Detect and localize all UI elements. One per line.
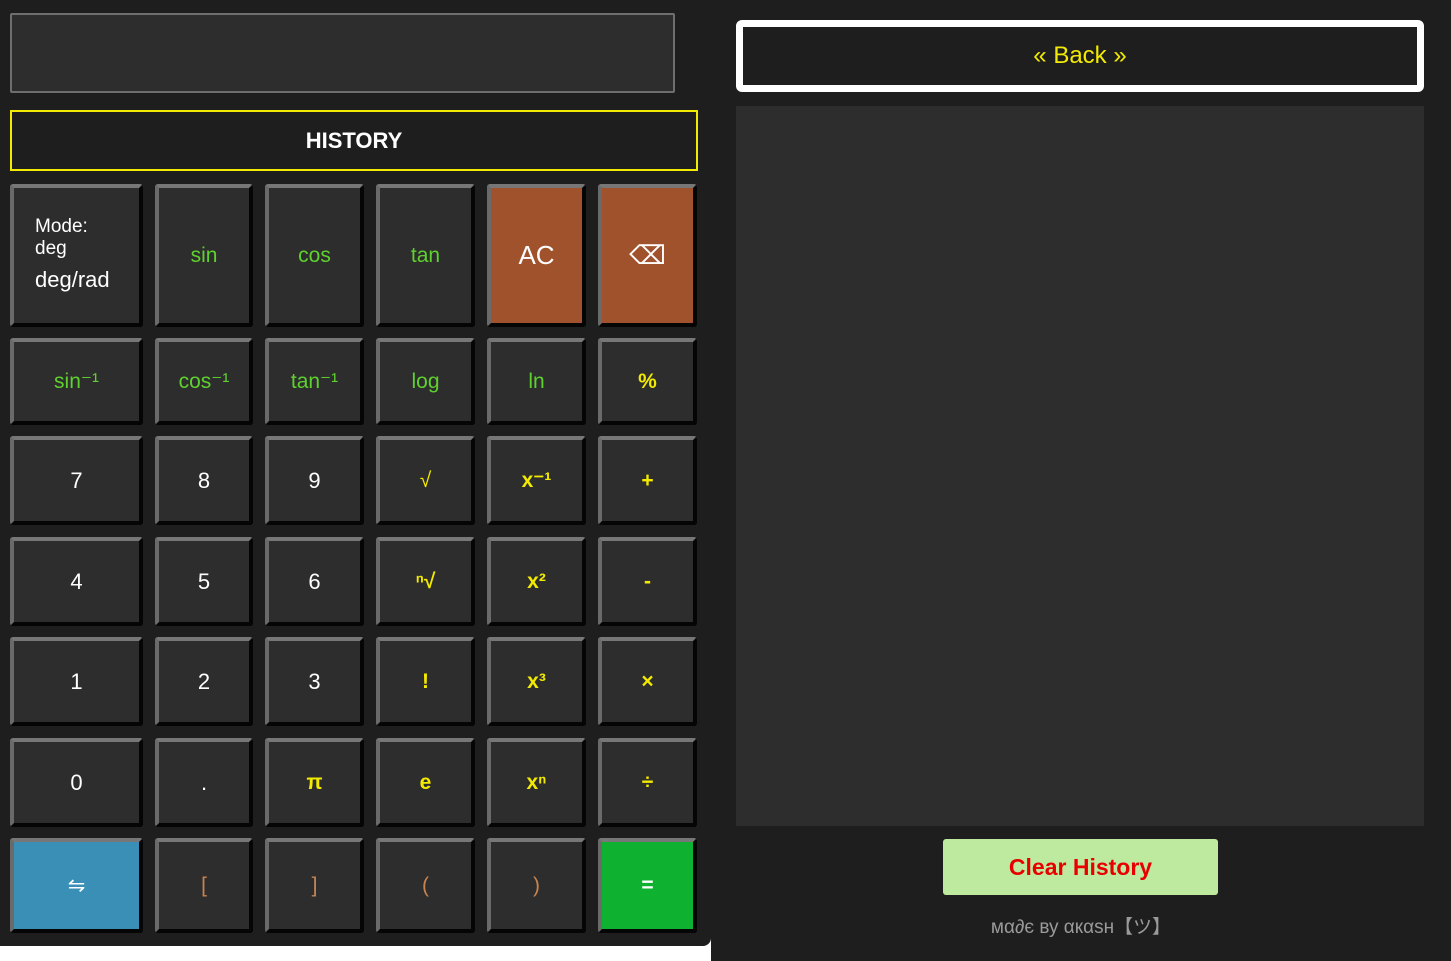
multiply-button[interactable]: × xyxy=(598,637,697,726)
mode-toggle-label: deg/rad xyxy=(35,266,110,292)
backspace-button[interactable]: ⌫ xyxy=(598,184,697,327)
sin-button[interactable]: sin xyxy=(155,184,253,327)
mode-value: deg xyxy=(35,237,67,259)
factorial-button[interactable]: ! xyxy=(376,637,475,726)
digit-9-button[interactable]: 9 xyxy=(265,436,364,525)
calculator: HISTORY Mode: deg deg/rad sin cos tan AC… xyxy=(0,0,711,946)
left-bracket-button[interactable]: [ xyxy=(155,838,253,933)
sqrt-button[interactable]: √ xyxy=(376,436,475,525)
history-panel: « Back » Clear History мα∂є ву αкαѕн【ツ】 xyxy=(711,0,1451,961)
history-list xyxy=(736,106,1424,826)
nth-root-button[interactable]: ⁿ√ xyxy=(376,537,475,626)
all-clear-button[interactable]: AC xyxy=(487,184,586,327)
log-button[interactable]: log xyxy=(376,338,475,425)
cube-button[interactable]: x³ xyxy=(487,637,586,726)
credit-text: мα∂є ву αкαѕн【ツ】 xyxy=(990,917,1172,938)
equals-button[interactable]: = xyxy=(598,838,697,933)
left-paren-button[interactable]: ( xyxy=(376,838,475,933)
digit-1-button[interactable]: 1 xyxy=(10,637,143,726)
digit-7-button[interactable]: 7 xyxy=(10,436,143,525)
digit-8-button[interactable]: 8 xyxy=(155,436,253,525)
back-button[interactable]: « Back » xyxy=(736,20,1424,92)
calculator-display[interactable] xyxy=(10,13,675,93)
digit-6-button[interactable]: 6 xyxy=(265,537,364,626)
digit-3-button[interactable]: 3 xyxy=(265,637,364,726)
plus-button[interactable]: + xyxy=(598,436,697,525)
mode-toggle-button[interactable]: Mode: deg deg/rad xyxy=(10,184,143,327)
ln-button[interactable]: ln xyxy=(487,338,586,425)
digit-2-button[interactable]: 2 xyxy=(155,637,253,726)
square-button[interactable]: x² xyxy=(487,537,586,626)
asin-button[interactable]: sin⁻¹ xyxy=(10,338,143,425)
history-button[interactable]: HISTORY xyxy=(10,110,698,171)
right-paren-button[interactable]: ) xyxy=(487,838,586,933)
mode-label: Mode: xyxy=(35,215,88,237)
backspace-icon: ⌫ xyxy=(629,240,666,270)
power-button[interactable]: xⁿ xyxy=(487,738,586,827)
digit-5-button[interactable]: 5 xyxy=(155,537,253,626)
digit-0-button[interactable]: 0 xyxy=(10,738,143,827)
e-constant-button[interactable]: e xyxy=(376,738,475,827)
atan-button[interactable]: tan⁻¹ xyxy=(265,338,364,425)
acos-button[interactable]: cos⁻¹ xyxy=(155,338,253,425)
clear-history-button[interactable]: Clear History xyxy=(943,839,1218,895)
reciprocal-button[interactable]: x⁻¹ xyxy=(487,436,586,525)
pi-button[interactable]: π xyxy=(265,738,364,827)
minus-button[interactable]: - xyxy=(598,537,697,626)
digit-4-button[interactable]: 4 xyxy=(10,537,143,626)
swap-button[interactable]: ⇋ xyxy=(10,838,143,933)
percent-button[interactable]: % xyxy=(598,338,697,425)
divide-button[interactable]: ÷ xyxy=(598,738,697,827)
cos-button[interactable]: cos xyxy=(265,184,364,327)
swap-arrows-icon: ⇋ xyxy=(67,874,86,897)
right-bracket-button[interactable]: ] xyxy=(265,838,364,933)
decimal-point-button[interactable]: . xyxy=(155,738,253,827)
tan-button[interactable]: tan xyxy=(376,184,475,327)
